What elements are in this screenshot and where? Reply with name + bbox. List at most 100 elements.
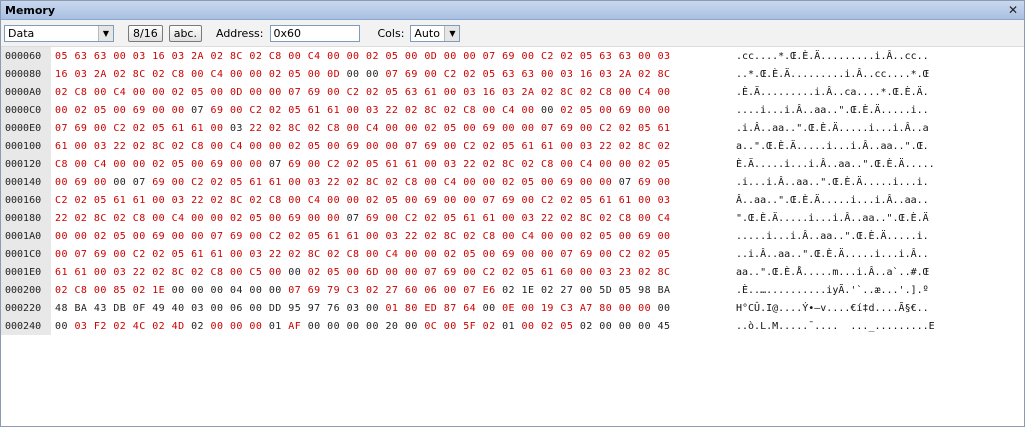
byte-cell[interactable]: 0D: [327, 69, 340, 80]
byte-cell[interactable]: 00: [308, 69, 321, 80]
byte-cell[interactable]: 03: [463, 87, 476, 98]
byte-cell[interactable]: 05: [55, 51, 68, 62]
byte-cell[interactable]: 00: [638, 51, 651, 62]
byte-cell[interactable]: 02: [580, 321, 593, 332]
byte-cell[interactable]: 00: [483, 303, 496, 314]
byte-cell[interactable]: 02: [483, 159, 496, 170]
byte-cell[interactable]: 03: [366, 105, 379, 116]
byte-cell[interactable]: 00: [74, 159, 87, 170]
byte-cell[interactable]: 61: [522, 141, 535, 152]
byte-cell[interactable]: 02: [405, 105, 418, 116]
byte-cell[interactable]: C8: [347, 249, 360, 260]
byte-cell[interactable]: 00: [405, 321, 418, 332]
byte-cell[interactable]: 27: [385, 285, 398, 296]
byte-cell[interactable]: 02: [638, 69, 651, 80]
byte-cell[interactable]: 61: [541, 141, 554, 152]
byte-cell[interactable]: 00: [211, 213, 224, 224]
byte-cell[interactable]: 00: [619, 321, 632, 332]
byte-cell[interactable]: 61: [191, 249, 204, 260]
byte-cell[interactable]: 00: [133, 159, 146, 170]
byte-cell[interactable]: C2: [191, 177, 204, 188]
byte-cell[interactable]: 05: [308, 231, 321, 242]
byte-cell[interactable]: 02: [133, 285, 146, 296]
byte-cell[interactable]: 05: [463, 249, 476, 260]
byte-cell[interactable]: 00: [599, 105, 612, 116]
byte-cell[interactable]: 00: [230, 267, 243, 278]
byte-cell[interactable]: 02: [638, 159, 651, 170]
byte-cell[interactable]: 00: [580, 177, 593, 188]
byte-cell[interactable]: 00: [113, 51, 126, 62]
byte-cell[interactable]: 69: [152, 231, 165, 242]
byte-cell[interactable]: 00: [172, 177, 185, 188]
byte-cell[interactable]: 8C: [502, 159, 515, 170]
byte-cell[interactable]: 06: [424, 285, 437, 296]
byte-cell[interactable]: 00: [560, 141, 573, 152]
byte-cell[interactable]: 49: [152, 303, 165, 314]
byte-cell[interactable]: 03: [172, 51, 185, 62]
byte-cell[interactable]: 05: [599, 231, 612, 242]
byte-cell[interactable]: 00: [288, 195, 301, 206]
byte-cell[interactable]: 00: [55, 177, 68, 188]
byte-cell[interactable]: 61: [658, 123, 671, 134]
byte-cell[interactable]: 69: [133, 105, 146, 116]
byte-cell[interactable]: 80: [599, 303, 612, 314]
byte-cell[interactable]: 00: [424, 69, 437, 80]
byte-cell[interactable]: 00: [366, 69, 379, 80]
byte-cell[interactable]: C2: [444, 69, 457, 80]
byte-cell[interactable]: 8C: [560, 87, 573, 98]
byte-cell[interactable]: 8C: [172, 267, 185, 278]
byte-cell[interactable]: 00: [249, 141, 262, 152]
byte-cell[interactable]: C4: [502, 105, 515, 116]
byte-cell[interactable]: 02: [113, 213, 126, 224]
byte-cell[interactable]: 02: [347, 177, 360, 188]
row-bytes[interactable]: C8 00 C4 00 00 02 05 00 69 00 00 07 69 0…: [55, 159, 671, 170]
byte-cell[interactable]: 02: [133, 123, 146, 134]
byte-cell[interactable]: C3: [347, 285, 360, 296]
byte-cell[interactable]: 03: [502, 87, 515, 98]
byte-cell[interactable]: 02: [113, 69, 126, 80]
byte-cell[interactable]: 69: [74, 123, 87, 134]
byte-cell[interactable]: 22: [113, 141, 126, 152]
memory-row[interactable]: 0000A0 02 C8 00 C4 00 00 02 05 00 0D 00 0…: [1, 83, 929, 101]
byte-cell[interactable]: 00: [288, 177, 301, 188]
byte-cell[interactable]: 07: [619, 177, 632, 188]
byte-cell[interactable]: 00: [94, 267, 107, 278]
byte-cell[interactable]: 00: [385, 267, 398, 278]
byte-cell[interactable]: 00: [580, 123, 593, 134]
byte-cell[interactable]: 07: [288, 87, 301, 98]
byte-cell[interactable]: 61: [424, 87, 437, 98]
byte-cell[interactable]: 2A: [94, 69, 107, 80]
byte-cell[interactable]: 00: [269, 87, 282, 98]
bytes-per-row-button[interactable]: 8/16: [128, 24, 163, 42]
byte-cell[interactable]: 05: [249, 213, 262, 224]
byte-cell[interactable]: 0E: [502, 303, 515, 314]
byte-cell[interactable]: 00: [347, 105, 360, 116]
byte-cell[interactable]: 00: [522, 195, 535, 206]
byte-cell[interactable]: 1E: [522, 285, 535, 296]
byte-cell[interactable]: 69: [502, 51, 515, 62]
byte-cell[interactable]: C4: [385, 249, 398, 260]
byte-cell[interactable]: 00: [444, 195, 457, 206]
byte-cell[interactable]: 02: [366, 87, 379, 98]
byte-cell[interactable]: 00: [191, 213, 204, 224]
byte-cell[interactable]: 00: [347, 69, 360, 80]
byte-cell[interactable]: 63: [619, 51, 632, 62]
byte-cell[interactable]: 22: [327, 177, 340, 188]
byte-cell[interactable]: 00: [327, 213, 340, 224]
byte-cell[interactable]: C3: [560, 303, 573, 314]
memory-row[interactable]: 000180 22 02 8C 02 C8 00 C4 00 00 02 05 0…: [1, 209, 929, 227]
byte-cell[interactable]: 63: [522, 69, 535, 80]
memory-row[interactable]: 0001A0 00 00 02 05 00 69 00 00 07 69 00 C…: [1, 227, 929, 245]
byte-cell[interactable]: 05: [172, 249, 185, 260]
byte-cell[interactable]: 00: [55, 249, 68, 260]
byte-cell[interactable]: 02: [580, 87, 593, 98]
byte-cell[interactable]: 02: [74, 213, 87, 224]
byte-cell[interactable]: 80: [405, 303, 418, 314]
byte-cell[interactable]: 02: [522, 159, 535, 170]
byte-cell[interactable]: 00: [269, 267, 282, 278]
byte-cell[interactable]: 8C: [444, 231, 457, 242]
byte-cell[interactable]: 02: [638, 267, 651, 278]
byte-cell[interactable]: 95: [288, 303, 301, 314]
byte-cell[interactable]: 00: [444, 51, 457, 62]
byte-cell[interactable]: 0F: [133, 303, 146, 314]
